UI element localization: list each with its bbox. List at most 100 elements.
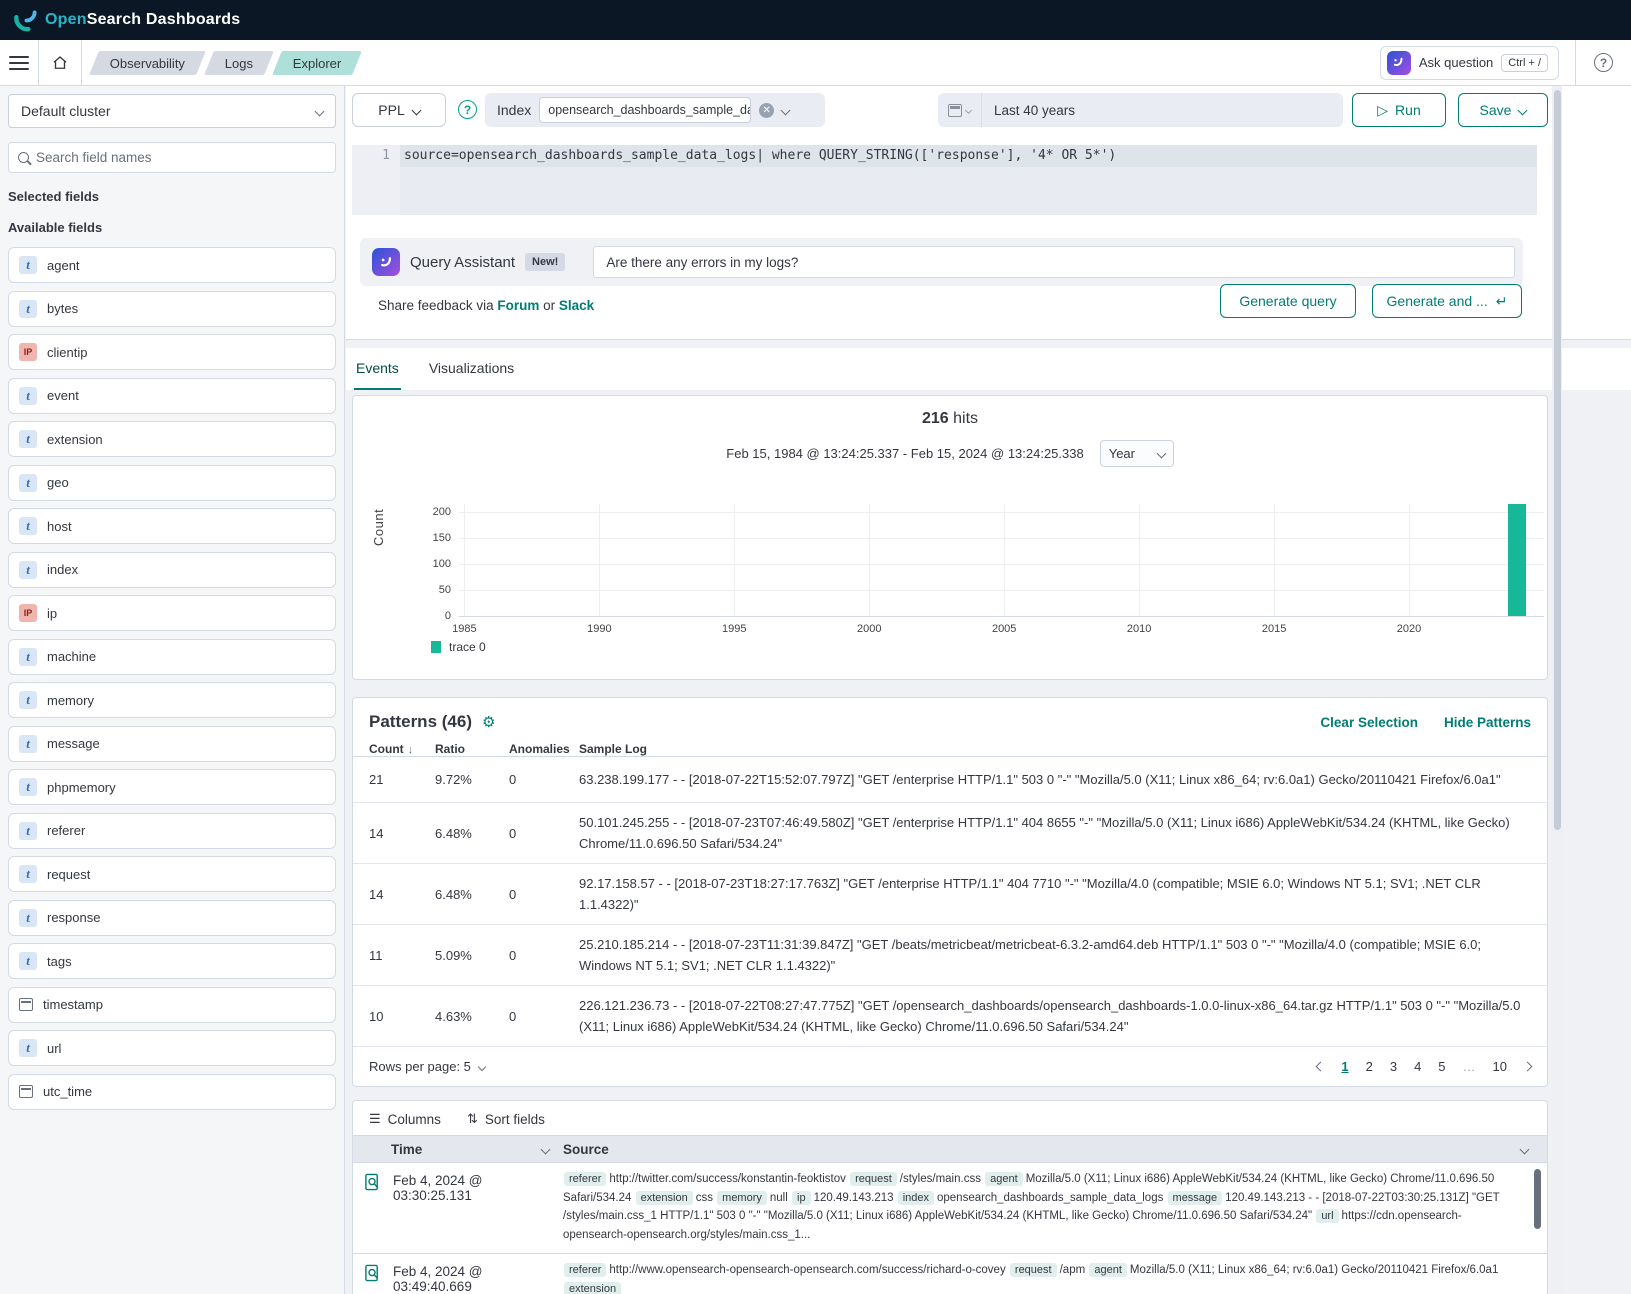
brand[interactable]: OpenSearch Dashboards xyxy=(14,9,240,32)
field-item-event[interactable]: tevent xyxy=(8,378,336,414)
patterns-col-ratio[interactable]: Ratio xyxy=(435,742,509,756)
legend-item[interactable]: trace 0 xyxy=(431,640,486,654)
breadcrumb-explorer[interactable]: Explorer xyxy=(272,51,362,75)
opensearch-dashboards-app: OpenSearch Dashboards ObservabilityLogsE… xyxy=(0,0,1631,1294)
calendar-icon[interactable] xyxy=(938,93,982,127)
menu-icon[interactable] xyxy=(0,40,38,85)
x-tick-label: 1990 xyxy=(587,623,611,635)
field-item-ip[interactable]: IPip xyxy=(8,595,336,631)
chevron-down-icon[interactable] xyxy=(781,105,791,115)
field-item-agent[interactable]: tagent xyxy=(8,247,336,283)
time-column-header[interactable]: Time xyxy=(391,1142,563,1157)
search-input[interactable] xyxy=(36,150,326,165)
hide-patterns-link[interactable]: Hide Patterns xyxy=(1444,715,1531,730)
page-10[interactable]: 10 xyxy=(1493,1059,1507,1074)
tab-visualizations[interactable]: Visualizations xyxy=(427,360,516,390)
clear-selection-link[interactable]: Clear Selection xyxy=(1320,715,1418,730)
patterns-col-sample-log[interactable]: Sample Log xyxy=(579,742,1531,756)
ppl-help-icon[interactable]: ? xyxy=(458,100,477,119)
pattern-row[interactable]: 219.72%063.238.199.177 - - [2018-07-22T1… xyxy=(353,757,1547,803)
help-icon[interactable]: ? xyxy=(1594,53,1613,72)
field-value: null xyxy=(770,1192,791,1204)
generate-and-run-button[interactable]: Generate and ... ↵ xyxy=(1372,284,1522,318)
columns-button[interactable]: ☰ Columns xyxy=(369,1111,441,1127)
page-2[interactable]: 2 xyxy=(1366,1059,1373,1074)
field-item-url[interactable]: turl xyxy=(8,1030,336,1066)
event-time: Feb 4, 2024 @ 03:30:25.131 xyxy=(391,1163,563,1253)
field-item-index[interactable]: tindex xyxy=(8,552,336,588)
field-item-utc_time[interactable]: utc_time xyxy=(8,1074,336,1110)
page-5[interactable]: 5 xyxy=(1438,1059,1445,1074)
gear-icon[interactable]: ⚙ xyxy=(482,713,495,731)
field-item-tags[interactable]: ttags xyxy=(8,943,336,979)
index-input[interactable]: opensearch_dashboards_sample_dat... xyxy=(539,97,751,123)
field-item-referer[interactable]: treferer xyxy=(8,813,336,849)
pattern-count: 21 xyxy=(369,772,435,787)
save-button[interactable]: Save xyxy=(1458,93,1548,127)
previous-page-icon[interactable] xyxy=(1317,1063,1324,1070)
assistant-question-input[interactable] xyxy=(593,246,1515,278)
page-1[interactable]: 1 xyxy=(1341,1059,1348,1074)
page-4[interactable]: 4 xyxy=(1414,1059,1421,1074)
ask-question-button[interactable]: Ask question Ctrl + / xyxy=(1380,46,1559,80)
breadcrumb-logs[interactable]: Logs xyxy=(204,51,274,75)
time-range-value[interactable]: Last 40 years xyxy=(982,103,1343,118)
forum-link[interactable]: Forum xyxy=(497,298,539,313)
navbar: ObservabilityLogsExplorer Ask question C… xyxy=(0,40,1631,86)
source-column-header[interactable]: Source xyxy=(563,1142,1521,1157)
gridline-v xyxy=(1409,504,1410,616)
page-scrollbar-thumb[interactable] xyxy=(1554,90,1561,830)
patterns-col-anomalies[interactable]: Anomalies xyxy=(509,742,579,756)
rows-per-page-select[interactable]: Rows per page: 5 xyxy=(369,1059,485,1074)
table-scrollbar-thumb[interactable] xyxy=(1534,1169,1541,1229)
patterns-footer: Rows per page: 5 12345…10 xyxy=(353,1047,1547,1088)
keyboard-shortcut-badge: Ctrl + / xyxy=(1501,54,1548,72)
field-item-request[interactable]: trequest xyxy=(8,856,336,892)
field-name: machine xyxy=(47,649,96,664)
field-item-bytes[interactable]: tbytes xyxy=(8,291,336,327)
query-editor[interactable]: 1 source=opensearch_dashboards_sample_da… xyxy=(352,145,1537,215)
field-item-geo[interactable]: tgeo xyxy=(8,465,336,501)
slack-link[interactable]: Slack xyxy=(559,298,594,313)
clear-icon[interactable]: ✕ xyxy=(759,103,774,118)
cluster-select[interactable]: Default cluster xyxy=(8,94,336,128)
patterns-col-count[interactable]: Count↓ xyxy=(369,742,435,756)
pattern-row[interactable]: 104.63%0226.121.236.73 - - [2018-07-22T0… xyxy=(353,986,1547,1047)
string-type-icon: t xyxy=(19,778,37,796)
event-row: Feb 4, 2024 @ 03:30:25.131refererhttp://… xyxy=(353,1163,1547,1254)
field-item-host[interactable]: thost xyxy=(8,508,336,544)
sort-fields-button[interactable]: ⇅ Sort fields xyxy=(467,1111,545,1127)
string-type-icon: t xyxy=(19,474,37,492)
code-area: source=opensearch_dashboards_sample_data… xyxy=(400,145,1537,215)
pattern-row[interactable]: 115.09%025.210.185.214 - - [2018-07-23T1… xyxy=(353,925,1547,986)
breadcrumb-observability[interactable]: Observability xyxy=(89,51,206,75)
field-name: response xyxy=(47,910,100,925)
field-item-clientip[interactable]: IPclientip xyxy=(8,334,336,370)
field-name: request xyxy=(47,867,90,882)
tab-events[interactable]: Events xyxy=(354,360,401,390)
query-language-select[interactable]: PPL xyxy=(352,93,446,127)
field-item-message[interactable]: tmessage xyxy=(8,726,336,762)
home-icon[interactable] xyxy=(39,40,81,85)
field-item-extension[interactable]: textension xyxy=(8,421,336,457)
generate-query-button[interactable]: Generate query xyxy=(1220,284,1356,318)
field-item-machine[interactable]: tmachine xyxy=(8,639,336,675)
field-tag-request: request xyxy=(850,1172,897,1186)
page-3[interactable]: 3 xyxy=(1390,1059,1397,1074)
field-tag-request: request xyxy=(1010,1263,1057,1277)
field-item-memory[interactable]: tmemory xyxy=(8,682,336,718)
generate-query-label: Generate query xyxy=(1239,293,1336,309)
field-item-response[interactable]: tresponse xyxy=(8,900,336,936)
run-button[interactable]: ▷ Run xyxy=(1352,93,1446,127)
pattern-sample-log: 92.17.158.57 - - [2018-07-23T18:27:17.76… xyxy=(579,864,1531,924)
field-item-phpmemory[interactable]: tphpmemory xyxy=(8,769,336,805)
expand-document-icon[interactable] xyxy=(353,1254,391,1294)
expand-document-icon[interactable] xyxy=(353,1163,391,1253)
pattern-row[interactable]: 146.48%050.101.245.255 - - [2018-07-23T0… xyxy=(353,803,1547,864)
interval-select[interactable]: Year xyxy=(1100,440,1174,467)
next-page-icon[interactable] xyxy=(1524,1063,1531,1070)
field-item-timestamp[interactable]: timestamp xyxy=(8,987,336,1023)
y-tick-label: 150 xyxy=(433,532,451,544)
pattern-row[interactable]: 146.48%092.17.158.57 - - [2018-07-23T18:… xyxy=(353,864,1547,925)
pattern-ratio: 4.63% xyxy=(435,1009,509,1024)
